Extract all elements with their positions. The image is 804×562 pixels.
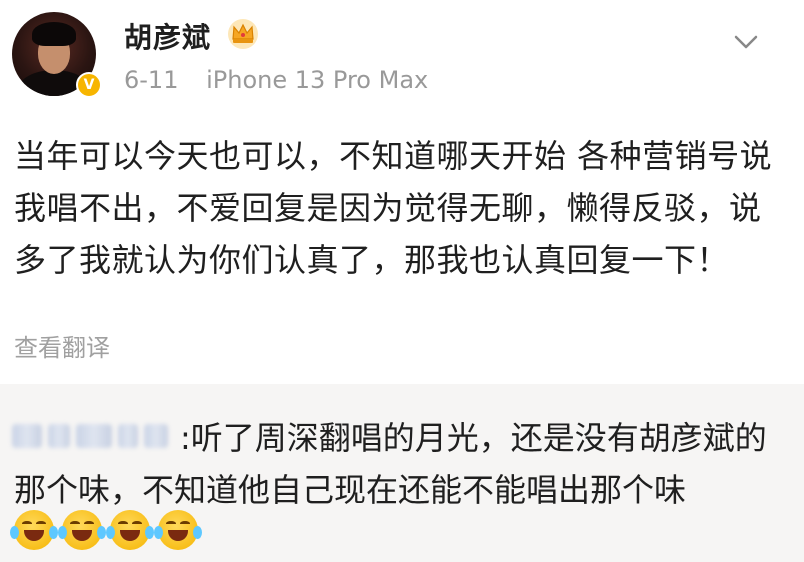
post-device: iPhone 13 Pro Max bbox=[206, 66, 429, 94]
laugh-cry-emoji bbox=[154, 510, 202, 550]
crown-icon bbox=[228, 19, 258, 49]
post-meta: 6-11 iPhone 13 Pro Max bbox=[124, 66, 428, 94]
laugh-cry-emoji bbox=[106, 510, 154, 550]
verified-badge-icon: V bbox=[76, 72, 102, 98]
weibo-post: V 胡彦斌 6-11 iPhone 13 Pro Max 当年可以今天也可以，不… bbox=[0, 0, 804, 384]
post-date: 6-11 bbox=[124, 66, 179, 94]
chevron-down-icon[interactable] bbox=[732, 32, 760, 52]
post-content: 当年可以今天也可以，不知道哪天开始 各种营销号说我唱不出，不爱回复是因为觉得无聊… bbox=[14, 137, 773, 279]
laugh-cry-emoji bbox=[58, 510, 106, 550]
avatar-hair bbox=[32, 22, 76, 46]
comment-text: :听了周深翻唱的月光，还是没有胡彦斌的那个味，不知道他自己现在还能不能唱出那个味 bbox=[14, 419, 767, 509]
laugh-cry-emoji bbox=[10, 510, 58, 550]
username[interactable]: 胡彦斌 bbox=[124, 16, 211, 56]
view-translation-link[interactable]: 查看翻译 bbox=[14, 328, 110, 363]
emoji-row bbox=[10, 510, 202, 554]
